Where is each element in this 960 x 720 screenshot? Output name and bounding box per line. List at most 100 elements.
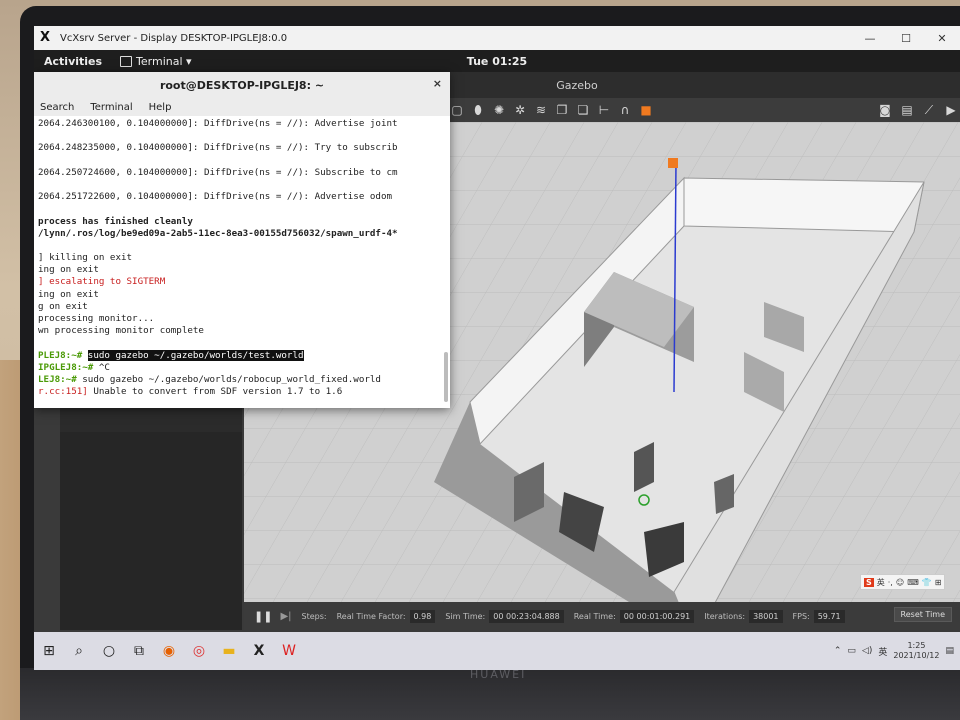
activities-button[interactable]: Activities <box>44 55 102 68</box>
terminal-line: r.cc:151] Unable to convert from SDF ver… <box>38 386 442 398</box>
terminal-line: 2064.251722600, 0.104000000]: DiffDrive(… <box>38 191 442 203</box>
toolbar-right: ◙ ▤ ⟋ ▶ <box>878 98 958 122</box>
ime-skin-icon[interactable]: 👕 <box>922 578 932 587</box>
plot-icon[interactable]: ⟋ <box>922 103 936 117</box>
terminal-line: processing monitor... <box>38 313 442 325</box>
terminal-titlebar[interactable]: root@DESKTOP-IPGLEJ8: ~ × <box>34 72 450 98</box>
window-controls: — ☐ ✕ <box>852 26 960 50</box>
sim-time-label: Sim Time: <box>445 611 486 621</box>
gazebo-title: Gazebo <box>556 78 598 92</box>
terminal-line: ] killing on exit <box>38 252 442 264</box>
tray-date: 2021/10/12 <box>893 651 940 660</box>
close-icon[interactable]: × <box>433 77 442 90</box>
sogou-ime-icon[interactable]: S <box>864 577 874 587</box>
fps-value: 59.71 <box>813 609 845 623</box>
ime-mode[interactable]: 英 <box>877 577 885 588</box>
terminal-line: ing on exit <box>38 289 442 301</box>
x-logo-icon: X <box>40 30 51 45</box>
ime-emoji-icon[interactable]: ☺ <box>896 578 904 587</box>
notification-icon[interactable]: ▤ <box>945 646 954 656</box>
network-icon[interactable]: ▭ <box>847 646 856 656</box>
laptop-screen: X VcXsrv Server - Display DESKTOP-IPGLEJ… <box>34 26 960 670</box>
terminal-line: /lynn/.ros/log/be9ed09a-2ab5-11ec-8ea3-0… <box>38 228 442 240</box>
vcxsrv-titlebar[interactable]: X VcXsrv Server - Display DESKTOP-IPGLEJ… <box>34 26 960 51</box>
menu-terminal[interactable]: Terminal <box>90 102 132 113</box>
terminal-line-text: PLEJ8:~# <box>38 349 88 361</box>
pointlight-icon[interactable]: ✺ <box>492 103 506 117</box>
terminal-command: sudo gazebo ~/.gazebo/worlds/test.world <box>87 349 304 361</box>
cortana-icon[interactable]: ○ <box>94 636 124 666</box>
pause-icon[interactable]: ❚❚ <box>254 610 272 623</box>
terminal-line: 2064.248235000, 0.104000000]: DiffDrive(… <box>38 142 442 154</box>
ime-punctuation[interactable]: ·, <box>888 578 893 587</box>
align-icon[interactable]: ⊢ <box>597 103 611 117</box>
orange-model-icon[interactable]: ■ <box>639 103 653 117</box>
windows-start-icon[interactable]: ⊞ <box>34 636 64 666</box>
minimize-button[interactable]: — <box>852 26 888 50</box>
terminal-line: IPGLEJ8:~# ^C <box>38 362 442 374</box>
terminal-output[interactable]: 2064.246300100, 0.104000000]: DiffDrive(… <box>38 118 442 406</box>
terminal-line-text: IPGLEJ8:~# <box>38 361 99 373</box>
reset-time-button[interactable]: Reset Time <box>893 607 952 622</box>
terminal-line: 2064.250724600, 0.104000000]: DiffDrive(… <box>38 167 442 179</box>
task-view-icon[interactable]: ⧉ <box>124 636 154 666</box>
screenshot-icon[interactable]: ◙ <box>878 103 892 117</box>
copy-icon[interactable]: ❐ <box>555 103 569 117</box>
snap-icon[interactable]: ∩ <box>618 103 632 117</box>
terminal-line: ] escalating to SIGTERM <box>38 276 442 288</box>
paste-icon[interactable]: ❏ <box>576 103 590 117</box>
terminal-line-text: 2064.251722600, 0.104000000]: DiffDrive(… <box>38 191 393 203</box>
model-origin-marker <box>668 158 678 168</box>
terminal-window: root@DESKTOP-IPGLEJ8: ~ × Search Termina… <box>34 72 450 408</box>
terminal-line-text: ing on exit <box>38 288 99 300</box>
menu-search[interactable]: Search <box>40 102 74 113</box>
ime-grid-icon[interactable]: ⊞ <box>935 578 942 587</box>
tray-clock[interactable]: 1:25 2021/10/12 <box>893 641 939 661</box>
real-time-label: Real Time: <box>573 611 616 621</box>
log-icon[interactable]: ▤ <box>900 103 914 117</box>
ime-tray-icon[interactable]: 英 <box>878 645 887 658</box>
gazebo-status-bar: ❚❚ ▶| Steps: Real Time Factor: 0.98 Sim … <box>244 602 960 630</box>
terminal-line-text: ing on exit <box>38 264 99 276</box>
menu-help[interactable]: Help <box>149 102 172 113</box>
terminal-line-text: 2064.250724600, 0.104000000]: DiffDrive(… <box>38 166 398 178</box>
gazebo-toolbar: ▢ ⬮ ✺ ✲ ≋ ❐ ❏ ⊢ ∩ ■ ◙ ▤ ⟋ ▶ <box>444 98 960 122</box>
terminal-line-text: g on exit <box>38 300 88 312</box>
ime-toolbar[interactable]: S 英 ·, ☺ ⌨ 👕 ⊞ <box>860 574 946 590</box>
vcxsrv-icon[interactable]: X <box>244 636 274 666</box>
firefox-icon[interactable]: ◉ <box>154 636 184 666</box>
gazebo-property-panel[interactable] <box>60 432 242 630</box>
select-icon[interactable]: ▢ <box>450 103 464 117</box>
gnome-top-bar: Tue 01:25 Activities Terminal ▾ <box>34 50 960 72</box>
rtf-label: Real Time Factor: <box>336 611 406 621</box>
search-icon[interactable]: ⌕ <box>64 636 94 666</box>
terminal-scrollbar[interactable] <box>444 352 448 402</box>
app-menu[interactable]: Terminal ▾ <box>120 55 192 68</box>
tray-chevron-icon[interactable]: ⌃ <box>834 646 842 656</box>
cylinder-icon[interactable]: ⬮ <box>471 103 485 117</box>
real-time-value: 00 00:01:00.291 <box>619 609 695 623</box>
dirlight-icon[interactable]: ≋ <box>534 103 548 117</box>
terminal-line-text: wn processing monitor complete <box>38 325 204 337</box>
ime-keyboard-icon[interactable]: ⌨ <box>907 578 919 587</box>
maximize-button[interactable]: ☐ <box>888 26 924 50</box>
close-button[interactable]: ✕ <box>924 26 960 50</box>
spotlight-icon[interactable]: ✲ <box>513 103 527 117</box>
terminal-title: root@DESKTOP-IPGLEJ8: ~ <box>159 78 325 92</box>
terminal-line: PLEJ8:~# sudo gazebo ~/.gazebo/worlds/te… <box>38 349 442 362</box>
chrome-like-icon[interactable]: ◎ <box>184 636 214 666</box>
file-explorer-icon[interactable]: ▬ <box>214 636 244 666</box>
terminal-line-text: /lynn/.ros/log/be9ed09a-2ab5-11ec-8ea3-0… <box>38 227 398 239</box>
volume-icon[interactable]: ◁) <box>862 646 872 656</box>
step-icon[interactable]: ▶| <box>280 611 291 622</box>
terminal-line-text: processing monitor... <box>38 313 155 324</box>
terminal-line-text: r.cc:151] <box>38 386 94 398</box>
terminal-line-text: ] escalating to SIGTERM <box>38 276 166 288</box>
wps-icon[interactable]: W <box>274 636 304 666</box>
video-icon[interactable]: ▶ <box>944 103 958 117</box>
sim-time-value: 00 00:23:04.888 <box>489 609 564 623</box>
iterations-value: 38001 <box>749 609 783 623</box>
terminal-line: ing on exit <box>38 264 442 276</box>
terminal-line-text: LEJ8:~# <box>38 373 83 385</box>
